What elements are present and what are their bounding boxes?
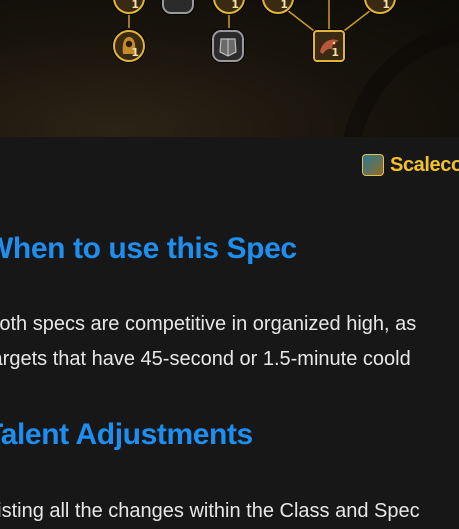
paragraph-line: Both specs are competitive in organized … (0, 313, 417, 335)
talent-node-hooded-figure[interactable]: 1 (113, 30, 145, 62)
heading-talent-adjustments: Talent Adjustments (0, 418, 253, 451)
talent-tree-panel: 1 1 1 1 1 1 (0, 0, 459, 137)
talent-node-armor[interactable] (212, 30, 244, 62)
paragraph-line: targets that have 45-second or 1.5-minut… (0, 348, 411, 370)
source-attribution[interactable]: Scalecom (362, 151, 459, 179)
scalecommander-icon (362, 154, 384, 176)
armor-icon (219, 38, 237, 57)
talent-node-metal-orb[interactable] (162, 0, 194, 14)
source-name: Scalecom (390, 153, 459, 176)
talent-node-dragon-head[interactable]: 1 (313, 30, 345, 62)
paragraph-line: Listing all the changes within the Class… (0, 500, 420, 522)
heading-when-to-use: When to use this Spec (0, 232, 297, 265)
talent-links (128, 0, 372, 35)
